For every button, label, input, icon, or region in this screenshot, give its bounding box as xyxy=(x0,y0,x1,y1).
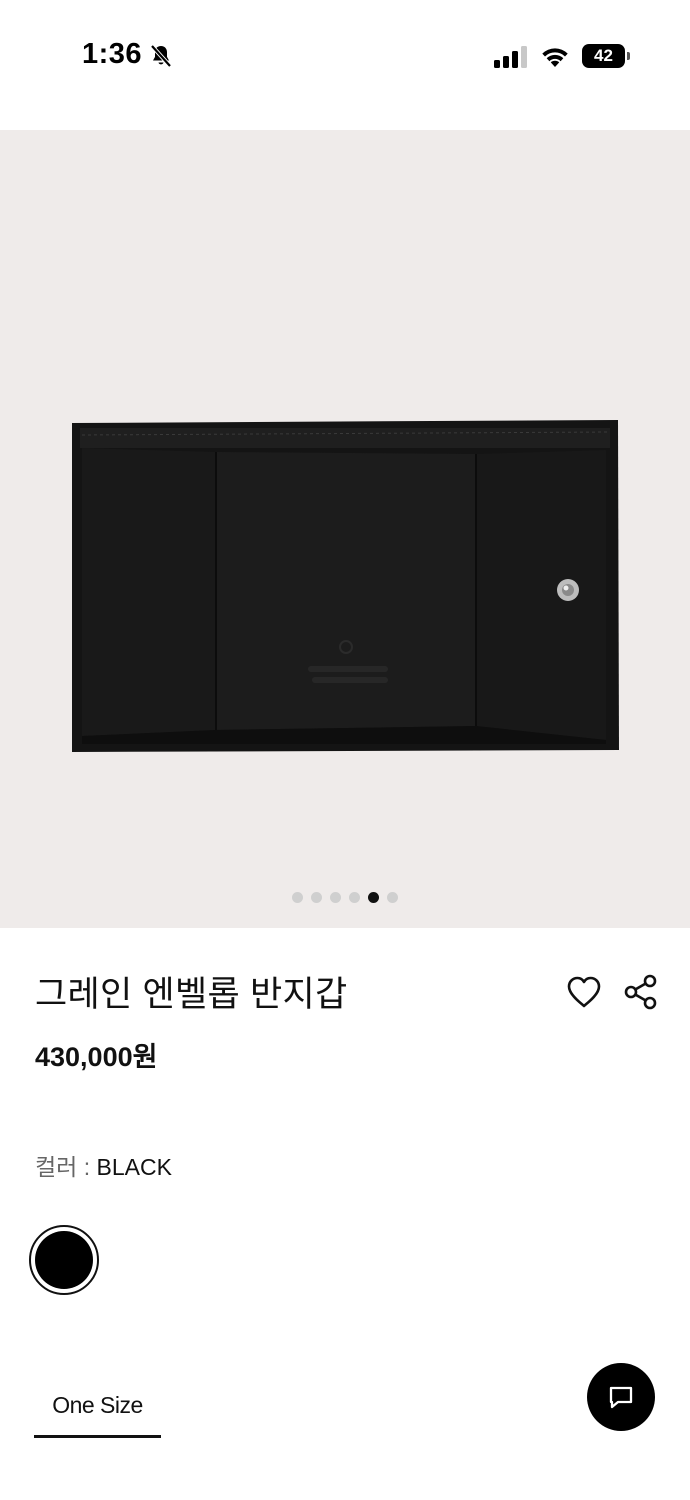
product-title: 그레인 엔벨롭 반지갑 xyxy=(35,975,348,1014)
bell-slash-icon xyxy=(150,44,172,68)
size-option-one-size[interactable]: One Size xyxy=(34,1392,161,1438)
color-swatch-fill xyxy=(35,1231,93,1289)
pager-dot[interactable] xyxy=(349,892,360,903)
product-price: 430,000원 xyxy=(35,1042,158,1072)
color-swatch-black[interactable] xyxy=(29,1225,99,1295)
share-icon[interactable] xyxy=(622,973,660,1011)
chat-button[interactable] xyxy=(587,1363,655,1431)
pager-dot[interactable] xyxy=(311,892,322,903)
battery-icon: 42 xyxy=(582,44,630,68)
wifi-icon xyxy=(542,48,568,67)
heart-icon[interactable] xyxy=(565,974,603,1010)
size-selected-underline xyxy=(34,1435,161,1438)
wallet-product-photo xyxy=(72,420,619,752)
carousel-pager xyxy=(0,892,690,906)
battery-level: 42 xyxy=(594,46,613,65)
color-label-value: BLACK xyxy=(96,1154,172,1180)
chat-icon xyxy=(609,1386,633,1409)
pager-dot[interactable] xyxy=(330,892,341,903)
product-image-carousel[interactable] xyxy=(0,130,690,928)
pager-dot[interactable] xyxy=(292,892,303,903)
signal-icon xyxy=(494,46,527,68)
color-label: 컬러 : BLACK xyxy=(35,1148,172,1182)
pager-dot-active[interactable] xyxy=(368,892,379,903)
size-option-label: One Size xyxy=(52,1392,143,1418)
pager-dot[interactable] xyxy=(387,892,398,903)
status-time: 1:36 xyxy=(82,38,143,70)
color-label-key: 컬러 : xyxy=(35,1154,97,1180)
status-bar: 1:36 42 xyxy=(0,0,690,110)
